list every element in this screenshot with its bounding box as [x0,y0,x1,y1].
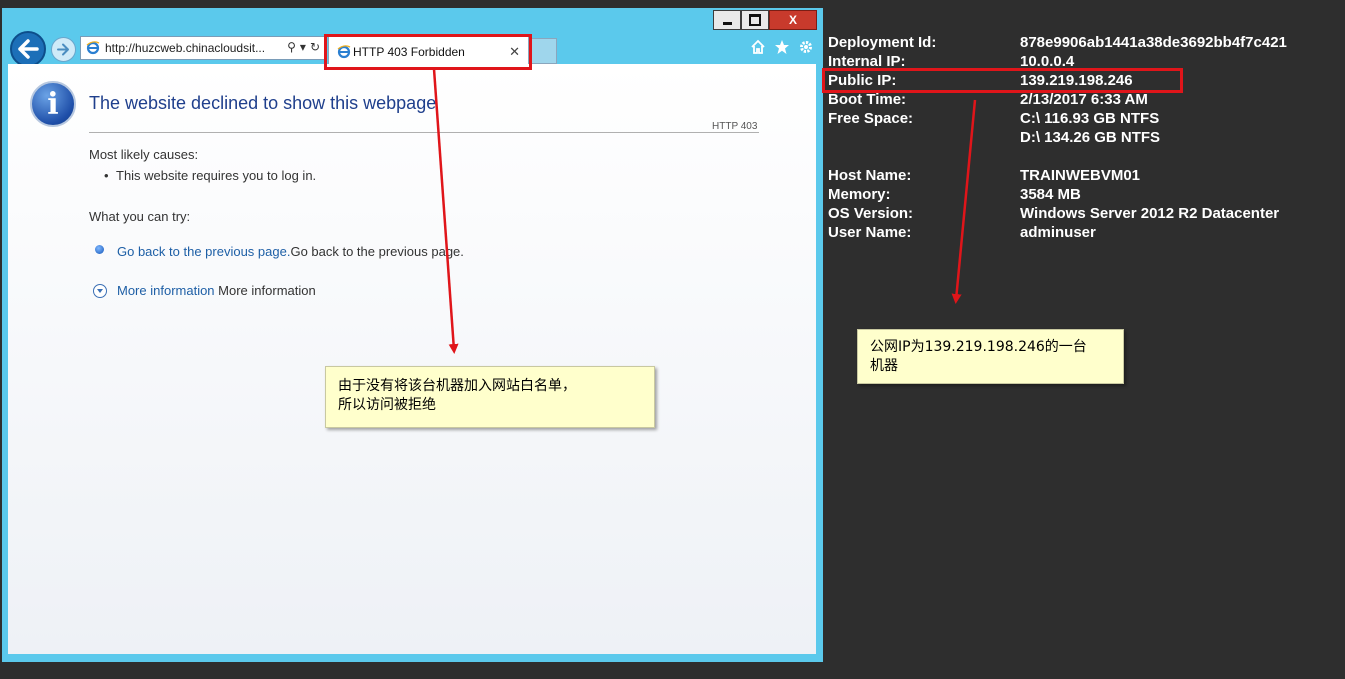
maximize-icon [749,14,761,26]
more-info-text: More information [218,283,316,298]
sysinfo-value: adminuser [1020,224,1096,241]
sysinfo-value: D:\ 134.26 GB NTFS [1020,129,1161,146]
dropdown-chevron-icon[interactable]: ▾ [300,40,306,54]
right-annotation-note: 公网IP为139.219.198.246的一台 机器 [857,329,1124,384]
public-ip-highlight-box [822,68,1183,93]
sysinfo-row: Host Name: TRAINWEBVM01 [828,166,1328,185]
bullet-icon: • [104,168,109,183]
back-button[interactable] [10,31,46,67]
sysinfo-label: Deployment Id: [828,34,937,51]
back-option: Go back to the previous page.Go back to … [117,244,464,259]
minimize-button[interactable] [713,10,741,30]
browser-window: X http://huzcweb.chinacloudsit... ⚲ ▾ ↻ … [2,8,823,662]
home-icon[interactable] [749,38,767,56]
sysinfo-label: Memory: [828,186,891,203]
forward-button[interactable] [51,37,76,62]
sysinfo-row: User Name: adminuser [828,223,1328,242]
divider [89,132,759,133]
window-caption-buttons: X [713,10,817,32]
favorites-star-icon[interactable] [773,38,791,56]
right-note-line-2: 机器 [870,358,898,374]
page-title: The website declined to show this webpag… [89,93,437,113]
back-link[interactable]: Go back to the previous page. [117,244,290,259]
sysinfo-label: User Name: [828,224,912,241]
sysinfo-row: Free Space: C:\ 116.93 GB NTFS [828,109,1328,128]
more-info-option: More information More information [117,283,316,298]
more-info-link[interactable]: More information [117,283,215,298]
list-item: This website requires you to log in. [116,168,317,183]
bullet-icon [95,245,104,254]
browser-toolbar-right [749,38,815,56]
left-note-line-2: 所以访问被拒绝 [338,397,436,413]
refresh-icon[interactable]: ↻ [310,40,320,54]
forward-arrow-icon [57,43,69,56]
left-annotation-note: 由于没有将该台机器加入网站白名单， 所以访问被拒绝 [325,366,655,428]
back-text: Go back to the previous page. [290,244,464,259]
sysinfo-row: OS Version: Windows Server 2012 R2 Datace… [828,204,1328,223]
new-tab-button[interactable] [529,38,557,64]
sysinfo-row: Memory: 3584 MB [828,185,1328,204]
expand-chevron-icon[interactable] [93,284,107,298]
sysinfo-value: TRAINWEBVM01 [1020,167,1141,184]
sysinfo-label: Host Name: [828,167,912,184]
sysinfo-row: Deployment Id: 878e9906ab1441a38de3692bb4… [828,33,1328,52]
info-icon: i [30,81,76,127]
sysinfo-label: Free Space: [828,110,914,127]
close-window-button[interactable]: X [769,10,817,30]
http-status-code: HTTP 403 [712,121,758,132]
search-icon[interactable]: ⚲ [287,40,296,54]
causes-heading: Most likely causes: [89,147,199,162]
right-note-line-1: 公网IP为139.219.198.246的一台 [870,339,1087,355]
address-tools: ⚲ ▾ ↻ [287,40,320,54]
sysinfo-value: C:\ 116.93 GB NTFS [1020,110,1160,127]
try-heading: What you can try: [89,209,191,224]
sysinfo-row [828,147,1328,166]
ie-logo-icon [86,41,100,55]
address-url[interactable]: http://huzcweb.chinacloudsit... [105,41,275,55]
gear-icon[interactable] [797,38,815,56]
sysinfo-value: 3584 MB [1020,186,1081,203]
tab-highlight-box [324,34,532,70]
sysinfo-label: OS Version: [828,205,914,222]
sysinfo-value: Windows Server 2012 R2 Datacenter [1020,205,1280,222]
minimize-icon [722,22,732,25]
error-page-content: i The website declined to show this webp… [8,64,816,654]
sysinfo-value: 878e9906ab1441a38de3692bb4f7c421 [1020,34,1287,51]
sysinfo-row: D:\ 134.26 GB NTFS [828,128,1328,147]
maximize-button[interactable] [741,10,769,30]
address-bar[interactable]: http://huzcweb.chinacloudsit... ⚲ ▾ ↻ [80,36,325,60]
back-arrow-icon [18,39,39,59]
left-note-line-1: 由于没有将该台机器加入网站白名单， [338,378,576,394]
